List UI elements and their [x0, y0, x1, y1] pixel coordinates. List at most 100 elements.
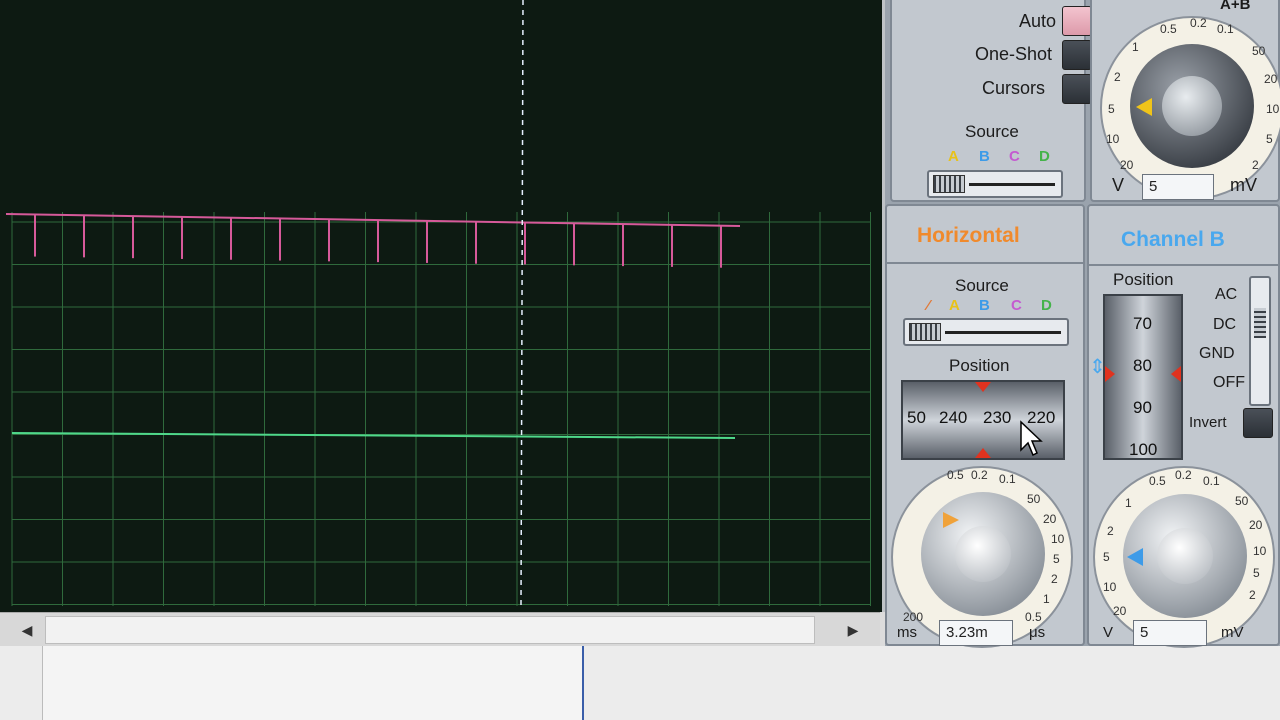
scale-tick: 0.5: [947, 468, 964, 482]
scale-tick: 5: [1253, 566, 1260, 580]
scale-tick: 20: [1249, 518, 1263, 532]
trace-channel-b: [11, 432, 736, 439]
cursors-button[interactable]: [1062, 74, 1092, 104]
scale-tick: 10: [1103, 580, 1117, 594]
channel-a-knob[interactable]: [1130, 44, 1254, 168]
slider-thumb[interactable]: [1254, 308, 1266, 338]
scale-tick: 50: [1252, 44, 1266, 58]
channel-a-unit-right: mV: [1230, 175, 1257, 195]
slider-thumb[interactable]: [933, 175, 965, 193]
scale-tick: 20: [1113, 604, 1127, 618]
scale-tick: 10: [1253, 544, 1267, 558]
knob-cap: [955, 526, 1011, 582]
coupling-slider[interactable]: [1249, 276, 1271, 406]
channel-a-value-field[interactable]: 5: [1142, 174, 1214, 200]
scale-tick: 2: [1114, 70, 1121, 84]
scale-tick: 5: [1053, 552, 1060, 566]
horizontal-position-label: Position: [949, 356, 1010, 375]
cursor-line[interactable]: [520, 0, 524, 607]
channel-b-unit-left: V: [1103, 624, 1114, 641]
scale-tick: 0.5: [1149, 474, 1166, 488]
auto-label: Auto: [1019, 11, 1057, 31]
scale-tick: 2: [1107, 524, 1114, 538]
scale-tick: 0.2: [1190, 16, 1207, 30]
divider: [887, 262, 1083, 264]
mouse-pointer-icon: [1020, 420, 1043, 457]
trace-channel-a: [5, 213, 741, 227]
scope-display: [0, 0, 885, 612]
control-panel: Auto One-Shot Cursors Source A B C D A+B…: [885, 0, 1280, 648]
horizontal-value-field[interactable]: 3.23m: [939, 620, 1013, 646]
channel-b-title: Channel B: [1121, 228, 1225, 251]
scale-tick: 10: [1051, 532, 1065, 546]
scale-tick: 10: [1266, 102, 1280, 116]
trigger-source-slider[interactable]: [927, 170, 1063, 198]
scale-tick: 0.1: [999, 472, 1016, 486]
scale-tick: 2: [1051, 572, 1058, 586]
knob-pointer-icon: [1127, 548, 1143, 566]
knob-pointer-icon: [943, 512, 959, 528]
scale-tick: 2: [1252, 158, 1259, 172]
horizontal-source-label: Source: [955, 276, 1009, 295]
knob-pointer-icon: [1136, 98, 1152, 116]
channel-a-unit-left: V: [1112, 175, 1125, 195]
scale-tick: 2: [1249, 588, 1256, 602]
scroll-left-icon[interactable]: ◀: [12, 619, 42, 641]
scale-tick: 20: [1043, 512, 1057, 526]
channel-b-section: Channel B Position 70 80 90 100 ⇕ AC DC …: [1087, 204, 1280, 648]
channel-b-knob[interactable]: [1123, 494, 1247, 618]
scale-tick: 5: [1266, 132, 1273, 146]
auto-button[interactable]: [1062, 6, 1092, 36]
scale-tick: 1: [1132, 40, 1139, 54]
position-marker-left-icon: [1105, 366, 1115, 382]
scale-tick: 50: [1235, 494, 1249, 508]
scale-tick: 0.1: [1217, 22, 1234, 36]
channel-b-value-field[interactable]: 5: [1133, 620, 1207, 646]
status-area: [0, 646, 1280, 720]
horizontal-title: Horizontal: [917, 224, 1020, 247]
invert-button[interactable]: [1243, 408, 1273, 438]
cursors-label: Cursors: [982, 78, 1046, 98]
slider-rail: [945, 331, 1061, 334]
channel-a-header: A+B: [1220, 0, 1251, 13]
horizontal-source-slider[interactable]: [903, 318, 1069, 346]
scale-tick: 5: [1103, 550, 1110, 564]
channel-a-section: A+B 0.5 0.2 0.1 1 2 5 10 20 50 20 10 5 2…: [1090, 0, 1280, 202]
scale-tick: 1: [1043, 592, 1050, 606]
knob-cap: [1162, 76, 1222, 136]
horizontal-knob[interactable]: [921, 492, 1045, 616]
scale-tick: 20: [1120, 158, 1134, 172]
channel-b-position-label: Position: [1113, 270, 1174, 289]
horizontal-unit-right: μs: [1029, 624, 1046, 641]
oneshot-label: One-Shot: [975, 44, 1053, 64]
scale-tick: 10: [1106, 132, 1120, 146]
trigger-section: Auto One-Shot Cursors Source A B C D: [890, 0, 1092, 202]
scroll-right-icon[interactable]: ▶: [838, 619, 868, 641]
scale-tick: 0.5: [1160, 22, 1177, 36]
channel-b-position-wheel[interactable]: 70 80 90 100: [1103, 294, 1183, 460]
slider-thumb[interactable]: [909, 323, 941, 341]
oneshot-button[interactable]: [1062, 40, 1092, 70]
horizontal-section: Horizontal Source ⁄ A B C D Position 50 …: [885, 204, 1085, 648]
slider-rail: [969, 183, 1055, 186]
scale-tick: 0.1: [1203, 474, 1220, 488]
move-arrows-icon: ⇕: [1089, 356, 1106, 378]
status-cell: [42, 646, 582, 720]
trigger-source-label: Source: [965, 122, 1019, 141]
scale-tick: 20: [1264, 72, 1278, 86]
scale-tick: 5: [1108, 102, 1115, 116]
position-marker-right-icon: [1171, 366, 1181, 382]
status-divider: [582, 646, 584, 720]
divider: [1089, 264, 1280, 266]
position-marker-bottom-icon: [975, 448, 991, 458]
scale-tick: 50: [1027, 492, 1041, 506]
horizontal-unit-left: ms: [897, 624, 917, 641]
scope-grid: [5, 0, 871, 607]
scroll-track[interactable]: [45, 616, 815, 644]
scale-tick: 0.5: [1025, 610, 1042, 624]
channel-b-unit-right: mV: [1221, 624, 1244, 641]
knob-cap: [1157, 528, 1213, 584]
horizontal-scrollbar[interactable]: ◀ ▶: [0, 612, 880, 646]
invert-label: Invert: [1189, 414, 1227, 431]
scale-tick: 0.2: [1175, 468, 1192, 482]
